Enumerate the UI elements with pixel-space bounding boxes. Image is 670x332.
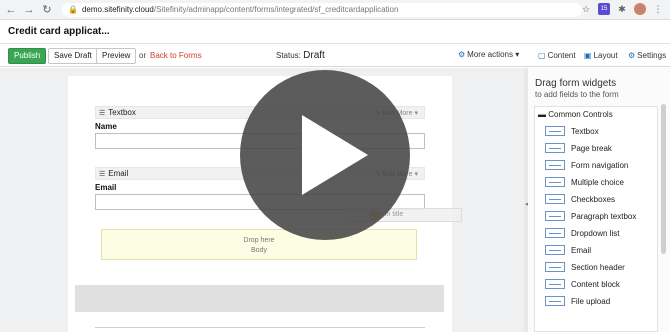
tab-content-label: Content xyxy=(547,51,576,60)
multiple-choice-icon xyxy=(545,177,565,187)
extension-badge-icon[interactable]: 15 xyxy=(598,3,610,15)
widget-label: File upload xyxy=(571,296,611,306)
more-actions-menu[interactable]: ⚙ More actions ▾ xyxy=(458,50,519,59)
placeholder-section xyxy=(75,285,444,312)
preview-button[interactable]: Preview xyxy=(96,48,137,64)
file-upload-icon xyxy=(545,296,565,306)
divider xyxy=(95,327,425,328)
back-to-forms-link[interactable]: Back to Forms xyxy=(150,51,202,60)
tab-layout[interactable]: ▣ Layout xyxy=(584,51,618,60)
gear-icon: ⚙ xyxy=(458,50,466,59)
email-icon xyxy=(545,245,565,255)
drop-zone-hint: Drop here xyxy=(243,237,275,244)
widget-item-dropdown-list[interactable]: Dropdown list xyxy=(545,226,619,240)
editor-toolbar: Publish Save Draft Preview or Back to Fo… xyxy=(0,43,528,67)
content-icon: ▢ xyxy=(538,51,546,60)
reload-icon[interactable]: ↻ xyxy=(40,3,54,17)
drag-handle-icon[interactable]: ☰ xyxy=(99,170,105,178)
widget-label: Dropdown list xyxy=(571,228,620,238)
checkboxes-icon xyxy=(545,194,565,204)
drop-zone[interactable]: Drop here Body xyxy=(101,229,417,260)
paragraph-textbox-icon xyxy=(545,211,565,221)
widget-item-content-block[interactable]: Content block xyxy=(545,277,620,291)
section-header-common-controls[interactable]: ▬ Common Controls xyxy=(538,110,613,119)
widget-item-checkboxes[interactable]: Checkboxes xyxy=(545,192,615,206)
widget-item-email[interactable]: Email xyxy=(545,243,591,257)
panel-scrollbar[interactable] xyxy=(661,104,666,254)
panel-title: Drag form widgets xyxy=(535,78,617,89)
widget-item-form-navigation[interactable]: Form navigation xyxy=(545,158,628,172)
widget-label: Checkboxes xyxy=(571,194,616,204)
widget-item-section-header[interactable]: Section header xyxy=(545,260,625,274)
layout-icon: ▣ xyxy=(584,51,592,60)
or-text: or xyxy=(139,51,147,60)
page-title: Credit card applicat... xyxy=(8,26,110,37)
widget-label: Multiple choice xyxy=(571,177,624,187)
widget-label: Content block xyxy=(571,279,620,289)
widget-label: Page break xyxy=(571,143,612,153)
content-block-icon xyxy=(545,279,565,289)
url-path: /Sitefinity/adminapp/content/forms/integ… xyxy=(153,5,399,14)
widget-label: Paragraph textbox xyxy=(571,211,637,221)
more-actions-label: More actions ▾ xyxy=(467,50,520,59)
play-button[interactable] xyxy=(240,70,410,240)
status-indicator: Status: Draft xyxy=(276,50,325,61)
side-panel-tabs: ▢ Content ▣ Layout ⚙ Settings xyxy=(528,43,670,67)
widget-label: Form navigation xyxy=(571,160,629,170)
save-draft-button[interactable]: Save Draft xyxy=(48,48,98,64)
play-icon xyxy=(302,115,368,195)
lock-icon: 🔒 xyxy=(68,5,78,14)
back-arrow-icon[interactable]: ← xyxy=(4,3,18,17)
widget-label: Textbox xyxy=(571,126,599,136)
widget-item-multiple-choice[interactable]: Multiple choice xyxy=(545,175,624,189)
widget-label: Email xyxy=(571,245,592,255)
widget-item-page-break[interactable]: Page break xyxy=(545,141,612,155)
panel-subtitle: to add fields to the form xyxy=(535,90,619,99)
tab-settings[interactable]: ⚙ Settings xyxy=(628,51,666,60)
widget-title: Email xyxy=(108,169,129,178)
tab-layout-label: Layout xyxy=(593,51,618,60)
section-header-icon xyxy=(545,262,565,272)
status-label: Status: xyxy=(276,51,301,60)
profile-avatar[interactable] xyxy=(634,3,646,15)
widget-item-file-upload[interactable]: File upload xyxy=(545,294,610,308)
browser-toolbar: ← → ↻ 🔒 demo.sitefinity.cloud/Sitefinity… xyxy=(0,0,670,20)
widget-item-paragraph-textbox[interactable]: Paragraph textbox xyxy=(545,209,636,223)
bookmark-star-icon[interactable]: ☆ xyxy=(580,3,592,15)
publish-button[interactable]: Publish xyxy=(8,48,47,64)
page-break-icon xyxy=(545,143,565,153)
status-value: Draft xyxy=(303,50,325,61)
browser-menu-icon[interactable]: ⋮ xyxy=(652,3,664,15)
widget-label: Section header xyxy=(571,262,625,272)
tab-content[interactable]: ▢ Content xyxy=(538,51,576,60)
settings-icon: ⚙ xyxy=(628,51,636,60)
forward-arrow-icon[interactable]: → xyxy=(22,3,36,17)
drop-zone-label: Body xyxy=(251,247,267,254)
widget-item-textbox[interactable]: Textbox xyxy=(545,124,599,138)
widget-title: Textbox xyxy=(108,108,136,117)
textbox-icon xyxy=(545,126,565,136)
tab-settings-label: Settings xyxy=(637,51,667,60)
dropdown-list-icon xyxy=(545,228,565,238)
url-host: demo.sitefinity.cloud xyxy=(81,5,154,14)
drag-handle-icon[interactable]: ☰ xyxy=(99,109,105,117)
address-bar[interactable]: 🔒 demo.sitefinity.cloud/Sitefinity/admin… xyxy=(62,2,582,17)
extensions-puzzle-icon[interactable]: ✱ xyxy=(616,3,628,15)
form-navigation-icon xyxy=(545,160,565,170)
